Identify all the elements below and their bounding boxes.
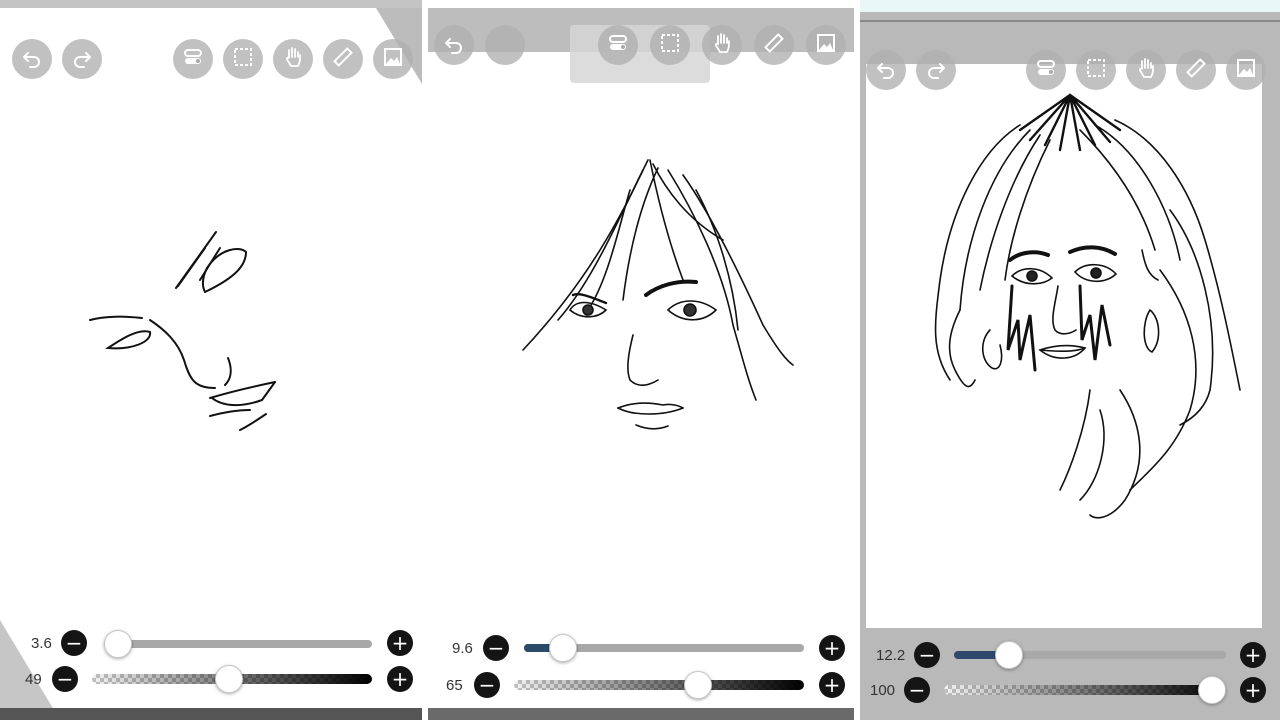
toggle-icon — [1034, 56, 1058, 85]
face-sketch-lines — [89, 231, 276, 431]
hand-icon — [710, 31, 734, 60]
opacity-value: 65 — [446, 677, 463, 694]
plus-icon: + — [391, 667, 409, 691]
panel-stage-2: 9.6 − + 65 − + — [428, 0, 854, 720]
hand-button[interactable] — [702, 25, 742, 65]
opacity-value: 49 — [25, 671, 42, 688]
opacity-minus-button[interactable]: − — [904, 677, 930, 703]
top-bar — [0, 0, 422, 8]
ruler-button[interactable] — [1176, 50, 1216, 90]
toggle-button[interactable] — [1026, 50, 1066, 90]
size-plus-button[interactable]: + — [1240, 642, 1266, 668]
toolbar-highlight — [570, 25, 710, 83]
opacity-slider-track[interactable] — [944, 676, 1226, 704]
top-bar — [860, 0, 1280, 12]
image-icon — [1234, 56, 1258, 85]
undo-icon — [20, 45, 44, 74]
redo-icon — [70, 45, 94, 74]
size-slider-knob[interactable] — [104, 630, 132, 658]
size-minus-button[interactable]: − — [61, 630, 87, 656]
bottom-toolbar — [0, 708, 422, 720]
plus-icon: + — [823, 636, 841, 660]
opacity-slider-track[interactable] — [514, 671, 804, 699]
face-sketch-lines — [522, 159, 794, 430]
selection-button[interactable] — [650, 25, 690, 65]
image-button[interactable] — [806, 25, 846, 65]
opacity-plus-button[interactable]: + — [1240, 677, 1266, 703]
minus-icon: − — [65, 631, 83, 655]
size-minus-button[interactable]: − — [914, 642, 940, 668]
plus-icon: + — [1244, 643, 1262, 667]
undo-icon — [874, 56, 898, 85]
bottom-toolbar — [428, 708, 854, 720]
size-plus-button[interactable]: + — [819, 635, 845, 661]
opacity-slider-track[interactable] — [92, 665, 372, 693]
ruler-button[interactable] — [754, 25, 794, 65]
brush-size-value: 9.6 — [452, 640, 473, 657]
selection-button[interactable] — [223, 39, 263, 79]
undo-button[interactable] — [866, 50, 906, 90]
opacity-slider-knob[interactable] — [1198, 676, 1226, 704]
redo-button[interactable] — [62, 39, 102, 79]
hand-button[interactable] — [273, 39, 313, 79]
hand-icon — [1134, 56, 1158, 85]
redo-button[interactable] — [916, 50, 956, 90]
minus-icon: − — [908, 678, 926, 702]
minus-icon: − — [478, 673, 496, 697]
image-button[interactable] — [1226, 50, 1266, 90]
selection-icon — [1084, 56, 1108, 85]
minus-icon: − — [487, 636, 505, 660]
image-button[interactable] — [373, 39, 413, 79]
size-plus-button[interactable]: + — [387, 630, 413, 656]
toggle-button[interactable] — [173, 39, 213, 79]
panel-stage-3: 12.2 − + 100 − + — [860, 0, 1280, 720]
undo-button[interactable] — [12, 39, 52, 79]
toggle-icon — [181, 45, 205, 74]
opacity-value: 100 — [870, 682, 896, 699]
hand-icon — [281, 45, 305, 74]
selection-button[interactable] — [1076, 50, 1116, 90]
ruler-icon — [1184, 56, 1208, 85]
brush-size-value: 3.6 — [31, 635, 52, 652]
size-slider-track[interactable] — [104, 630, 372, 658]
panel-stage-1: 3.6 − + 49 − + — [0, 0, 422, 720]
size-slider-track[interactable] — [954, 641, 1226, 669]
opacity-minus-button[interactable]: − — [52, 666, 78, 692]
opacity-slider-knob[interactable] — [684, 671, 712, 699]
toggle-button[interactable] — [598, 25, 638, 65]
plus-icon: + — [823, 673, 841, 697]
selection-icon — [658, 31, 682, 60]
ruler-button[interactable] — [323, 39, 363, 79]
ruler-icon — [331, 45, 355, 74]
toggle-icon — [606, 31, 630, 60]
size-slider-track[interactable] — [524, 634, 804, 662]
image-icon — [814, 31, 838, 60]
minus-icon: − — [918, 643, 936, 667]
divider — [860, 20, 1280, 22]
ruler-icon — [762, 31, 786, 60]
plus-icon: + — [1244, 678, 1262, 702]
opacity-plus-button[interactable]: + — [387, 666, 413, 692]
plus-icon: + — [391, 631, 409, 655]
hand-button[interactable] — [1126, 50, 1166, 90]
redo-button[interactable] — [485, 25, 525, 65]
size-slider-knob[interactable] — [995, 641, 1023, 669]
selection-icon — [231, 45, 255, 74]
face-sketch-lines — [934, 93, 1241, 519]
opacity-slider-knob[interactable] — [215, 665, 243, 693]
undo-icon — [442, 31, 466, 60]
minus-icon: − — [56, 667, 74, 691]
opacity-minus-button[interactable]: − — [474, 672, 500, 698]
size-minus-button[interactable]: − — [483, 635, 509, 661]
image-icon — [381, 45, 405, 74]
redo-icon — [924, 56, 948, 85]
undo-button[interactable] — [434, 25, 474, 65]
brush-size-value: 12.2 — [876, 647, 906, 664]
opacity-plus-button[interactable]: + — [819, 672, 845, 698]
size-slider-knob[interactable] — [549, 634, 577, 662]
